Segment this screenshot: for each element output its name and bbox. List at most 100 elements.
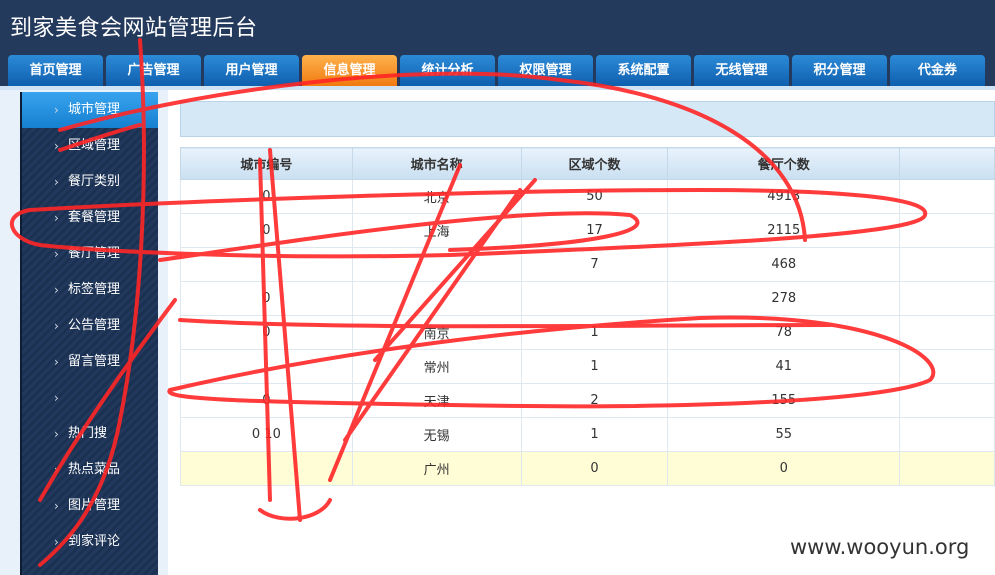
top-header: 到家美食会网站管理后台 首页管理 广告管理 用户管理 信息管理 统计分析 权限管… [0, 0, 995, 86]
chevron-right-icon: › [54, 535, 59, 549]
table-row[interactable]: 0 南京 1 78 [180, 315, 995, 350]
sidebar-item-restaurant[interactable]: › 餐厅管理 [22, 236, 158, 272]
table-cell: 4913 [667, 179, 901, 214]
tab-info[interactable]: 信息管理 [302, 55, 397, 86]
table-cell: 0 [180, 213, 353, 248]
table-cell: 北京 [351, 179, 522, 214]
sidebar-item-cut-off[interactable]: › [22, 560, 158, 575]
main-content: 城市编号 城市名称 区域个数 餐厅个数 0 北京 50 4913 0 上海 17… [168, 90, 995, 575]
sidebar-item-label: 图片管理 [68, 498, 121, 513]
table-cell: 1 [520, 315, 669, 350]
table-cell [180, 349, 353, 384]
sidebar-item-label: 公告管理 [68, 318, 121, 333]
sidebar-item-label: 城市管理 [68, 102, 121, 117]
table-cell: 17 [520, 213, 669, 248]
chevron-right-icon: › [54, 427, 59, 441]
chevron-right-icon: › [54, 319, 59, 333]
table-cell [899, 247, 995, 282]
sidebar-item-obscured[interactable]: › [22, 380, 158, 416]
table-cell: 无锡 [351, 417, 522, 452]
chevron-right-icon: › [54, 283, 59, 297]
table-cell: 0 [180, 179, 353, 214]
table-cell: 0 [180, 315, 353, 350]
table-row[interactable]: 0 10 无锡 1 55 [180, 417, 995, 452]
table-row-highlighted[interactable]: 广州 0 0 [180, 451, 995, 486]
chevron-right-icon: › [54, 139, 59, 153]
table-cell [899, 315, 995, 350]
sidebar-item-restaurant-category[interactable]: › 餐厅类别 [22, 164, 158, 200]
table-cell [180, 247, 353, 282]
table-cell: 天津 [351, 383, 522, 418]
sidebar-item-city[interactable]: › 城市管理 [22, 92, 158, 128]
sidebar-item-label: 热点菜品 [68, 462, 121, 477]
app-title: 到家美食会网站管理后台 [10, 16, 258, 41]
sidebar-item-district[interactable]: › 区域管理 [22, 128, 158, 164]
main-nav-tabs: 首页管理 广告管理 用户管理 信息管理 统计分析 权限管理 系统配置 无线管理 … [8, 55, 988, 86]
table-row[interactable]: 7 468 [180, 247, 995, 282]
sidebar: › 城市管理 › 区域管理 › 餐厅类别 › 套餐管理 › 餐厅管理 › 标签管理 › 公告管… [20, 92, 158, 575]
table-row[interactable]: 0 上海 17 2115 [180, 213, 995, 248]
chevron-right-icon: › [54, 211, 59, 225]
column-header: 区域个数 [520, 147, 669, 180]
tab-wireless[interactable]: 无线管理 [694, 55, 789, 86]
tab-permissions[interactable]: 权限管理 [498, 55, 593, 86]
chevron-right-icon: › [54, 463, 59, 477]
sidebar-item-announcements[interactable]: › 公告管理 [22, 308, 158, 344]
table-cell: 78 [667, 315, 901, 350]
sidebar-item-label: 套餐管理 [68, 210, 121, 225]
chevron-right-icon: › [54, 247, 59, 261]
sidebar-item-label: 标签管理 [68, 282, 121, 297]
table-cell: 2 [520, 383, 669, 418]
table-header-row: 城市编号 城市名称 区域个数 餐厅个数 [180, 147, 995, 180]
chevron-right-icon: › [54, 103, 59, 117]
tab-ads[interactable]: 广告管理 [106, 55, 201, 86]
sidebar-item-hot-search[interactable]: › 热门搜 [22, 416, 158, 452]
table-cell: 155 [667, 383, 901, 418]
table-cell [899, 417, 995, 452]
tab-home[interactable]: 首页管理 [8, 55, 103, 86]
sidebar-item-label: 到家评论 [68, 534, 121, 549]
table-cell: 2115 [667, 213, 901, 248]
toolbar-bar [180, 101, 995, 137]
sidebar-container: › 城市管理 › 区域管理 › 餐厅类别 › 套餐管理 › 餐厅管理 › 标签管理 › 公告管… [0, 90, 168, 575]
table-cell [899, 383, 995, 418]
table-cell: 上海 [351, 213, 522, 248]
sidebar-item-messages[interactable]: › 留言管理 [22, 344, 158, 380]
column-header: 城市名称 [351, 147, 522, 180]
sidebar-item-label: 区域管理 [68, 138, 121, 153]
table-cell: 0 [520, 451, 669, 486]
sidebar-item-reviews[interactable]: › 到家评论 [22, 524, 158, 560]
sidebar-item-label: 餐厅管理 [68, 246, 121, 261]
table-row[interactable]: 0 278 [180, 281, 995, 316]
chevron-right-icon: › [54, 391, 59, 405]
table-row[interactable]: 0 北京 50 4913 [180, 179, 995, 214]
tab-users[interactable]: 用户管理 [204, 55, 299, 86]
table-cell [899, 451, 995, 486]
sidebar-item-set-meal[interactable]: › 套餐管理 [22, 200, 158, 236]
sidebar-item-tags[interactable]: › 标签管理 [22, 272, 158, 308]
table-cell: 1 [520, 417, 669, 452]
column-header [899, 147, 995, 180]
chevron-right-icon: › [54, 355, 59, 369]
table-row[interactable]: 0 天津 2 155 [180, 383, 995, 418]
chevron-right-icon: › [54, 499, 59, 513]
city-table: 城市编号 城市名称 区域个数 餐厅个数 0 北京 50 4913 0 上海 17… [180, 147, 995, 486]
table-cell: 广州 [351, 451, 522, 486]
table-cell: 0 [667, 451, 901, 486]
table-cell: 50 [520, 179, 669, 214]
tab-points[interactable]: 积分管理 [792, 55, 887, 86]
sidebar-item-images[interactable]: › 图片管理 [22, 488, 158, 524]
tab-stats[interactable]: 统计分析 [400, 55, 495, 86]
tab-system[interactable]: 系统配置 [596, 55, 691, 86]
chevron-right-icon: › [54, 175, 59, 189]
table-cell: 0 10 [180, 417, 353, 452]
table-cell: 常州 [351, 349, 522, 384]
table-cell: 468 [667, 247, 901, 282]
column-header: 城市编号 [180, 147, 353, 180]
table-cell [899, 349, 995, 384]
watermark-text: www.wooyun.org [790, 535, 970, 559]
sidebar-item-hot-dishes[interactable]: › 热点菜品 [22, 452, 158, 488]
tab-vouchers[interactable]: 代金券 [890, 55, 985, 86]
table-row[interactable]: 常州 1 41 [180, 349, 995, 384]
table-cell: 0 [180, 383, 353, 418]
